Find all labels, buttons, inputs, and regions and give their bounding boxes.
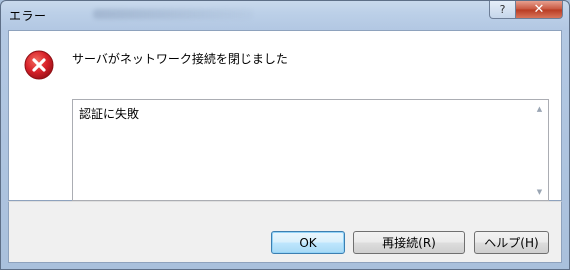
button-bar: OK 再接続(R) ヘルプ(H) (8, 201, 562, 263)
error-dialog-window: エラー ? ✕ サーバがネットワーク接続を閉じました 認証に失敗 ▲ ▼ OK … (0, 0, 570, 270)
title-bar-buttons: ? ✕ (489, 1, 563, 19)
detail-text: 認証に失敗 (79, 107, 140, 121)
error-message: サーバがネットワーク接続を閉じました (72, 52, 288, 66)
question-icon: ? (499, 3, 506, 16)
close-button[interactable]: ✕ (516, 1, 563, 19)
window-title: エラー (9, 9, 47, 23)
ok-button[interactable]: OK (271, 231, 345, 254)
dialog-content: サーバがネットワーク接続を閉じました 認証に失敗 ▲ ▼ (8, 30, 562, 201)
reconnect-button[interactable]: 再接続(R) (353, 231, 465, 254)
close-icon: ✕ (533, 2, 545, 17)
scroll-down-arrow-icon[interactable]: ▼ (531, 183, 548, 200)
scroll-up-arrow-icon[interactable]: ▲ (531, 100, 548, 117)
title-bar[interactable]: エラー ? ✕ (1, 1, 569, 29)
error-icon (24, 50, 54, 80)
detail-textbox[interactable]: 認証に失敗 ▲ ▼ (72, 99, 549, 201)
vertical-scrollbar[interactable]: ▲ ▼ (531, 100, 548, 200)
help-title-button[interactable]: ? (489, 1, 516, 19)
blurred-title-region (93, 9, 253, 19)
help-button[interactable]: ヘルプ(H) (474, 231, 549, 254)
